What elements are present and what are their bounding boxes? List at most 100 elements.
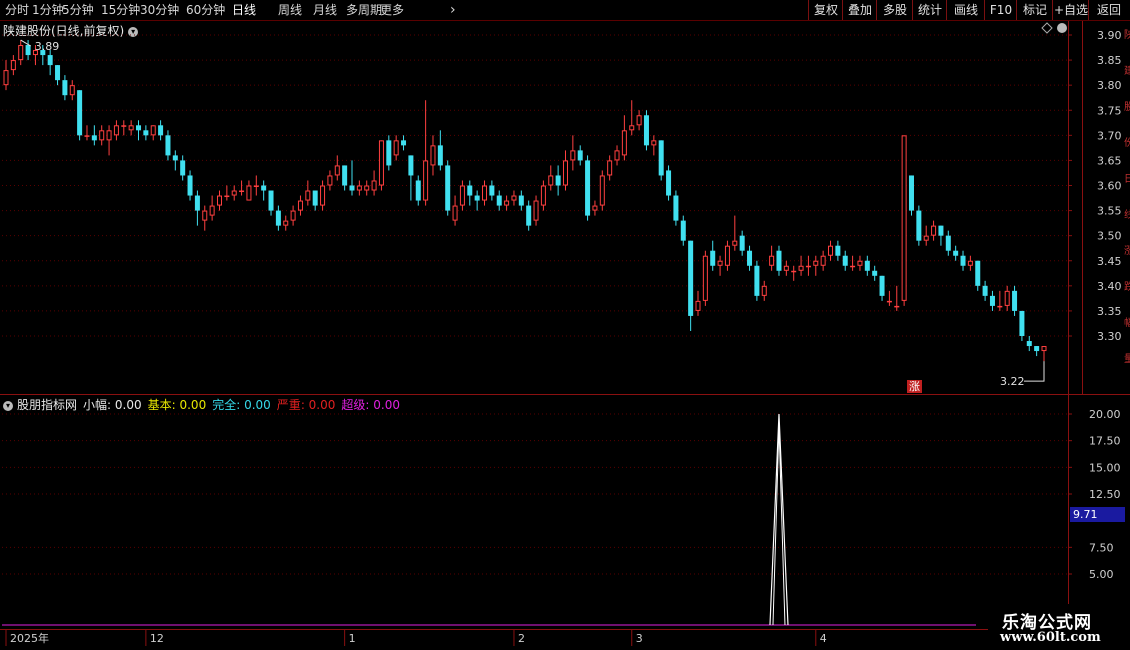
candle-body-up (106, 130, 112, 141)
candle-body-up (209, 205, 215, 216)
candle-body-up (334, 165, 340, 176)
candle-body-down (754, 265, 760, 296)
candle-body-up (702, 255, 708, 301)
side-char: 量 (1124, 353, 1130, 365)
limit-up-badge: 涨 (907, 380, 922, 393)
candle-body-up (828, 245, 834, 256)
candle-body-down (945, 235, 951, 251)
candle-body-up (121, 125, 127, 127)
candle-body-up (430, 145, 436, 166)
chevron-down-icon (1057, 23, 1067, 33)
candle-body-down (739, 235, 745, 251)
time-tick-label: 2025年 (10, 631, 49, 645)
candle-body-up (651, 140, 657, 146)
candle-body-up (717, 260, 723, 266)
candle-body-down (467, 185, 473, 196)
candle-body-up (3, 70, 9, 86)
indicator-tick-label: 7.50 (1089, 541, 1114, 554)
candle-body-up (18, 45, 24, 61)
watermark: 乐淘公式网 www.60lt.com (988, 604, 1130, 650)
candle-body-down (1019, 310, 1025, 336)
candle-body-down (953, 250, 959, 256)
candle-body-up (290, 210, 296, 221)
candle-body-up (459, 185, 465, 206)
candle-body-up (894, 305, 900, 308)
candle-body-down (386, 140, 392, 166)
candle-body-up (297, 200, 303, 211)
candle-body-up (10, 60, 16, 71)
candle-body-down (747, 250, 753, 266)
candle-body-down (518, 195, 524, 206)
low-pointer (1024, 361, 1045, 382)
candle-body-up (305, 190, 311, 201)
candle-body-up (423, 160, 429, 201)
candle-body-down (938, 225, 944, 236)
side-char: 线 (1124, 208, 1130, 221)
candle-body-down (960, 255, 966, 266)
candle-body-down (275, 210, 281, 226)
price-tick-label: 3.70 (1097, 129, 1122, 142)
candle-body-down (437, 145, 443, 166)
candle-body-up (378, 140, 384, 186)
price-tick-label: 3.40 (1097, 280, 1122, 293)
candle-body-up (113, 125, 119, 136)
candle-body-up (931, 225, 937, 236)
candle-body-up (84, 135, 90, 137)
chart-canvas[interactable]: 3.90 3.85 3.80 3.75 3.70 3.65 3.60 3.55 3.50 3.45… (0, 0, 1130, 650)
candle-body-down (165, 135, 171, 156)
price-tick-label: 3.35 (1097, 305, 1122, 318)
candle-body-down (643, 115, 649, 146)
candle-body-up (356, 185, 362, 191)
candle-body-up (607, 160, 613, 176)
candle-body-up (216, 195, 222, 206)
candle-body-down (872, 270, 878, 276)
price-tick-label: 3.30 (1097, 330, 1122, 343)
candle-body-down (842, 255, 848, 266)
candle-body-up (791, 270, 797, 273)
candle-body-up (364, 185, 370, 191)
candle-body-up (562, 160, 568, 186)
candle-body-down (879, 275, 885, 296)
candle-body-down (261, 185, 267, 191)
candle-body-down (776, 250, 782, 271)
side-char: 股 (1124, 101, 1130, 113)
price-tick-label: 3.75 (1097, 104, 1122, 117)
candle-body-up (636, 115, 642, 126)
candle-body-up (320, 185, 326, 206)
price-tick-label: 3.60 (1097, 180, 1122, 193)
price-tick-label: 3.50 (1097, 230, 1122, 243)
candle-body-up (99, 130, 105, 141)
candle-body-down (989, 295, 995, 306)
time-tick-label: 1 (349, 632, 356, 645)
candle-body-up (695, 300, 701, 311)
candle-body-down (916, 210, 922, 241)
candle-body-up (761, 285, 767, 296)
current-value-box: 9.71 (1070, 507, 1125, 522)
side-char: 建 (1124, 64, 1130, 77)
candle-body-up (599, 175, 605, 206)
price-tick-label: 3.90 (1097, 29, 1122, 42)
candle-body-down (710, 250, 716, 266)
price-tick-label: 3.55 (1097, 205, 1122, 218)
candle-body-up (231, 190, 237, 196)
side-char: 幅 (1124, 316, 1130, 329)
candle-body-up (820, 255, 826, 266)
price-tick-label: 3.45 (1097, 255, 1122, 268)
candle-body-down (489, 185, 495, 196)
candle-body-up (629, 125, 635, 131)
candle-body-down (91, 135, 97, 141)
time-tick-label: 12 (150, 632, 164, 645)
candle-body-down (526, 205, 532, 226)
price-tick-label: 3.80 (1097, 79, 1122, 92)
indicator-tick-label: 15.00 (1089, 461, 1121, 474)
candle-body-up (783, 265, 789, 271)
candle-body-down (62, 80, 68, 96)
candle-body-up (202, 210, 208, 221)
candle-body-down (1034, 346, 1040, 352)
candle-body-down (143, 130, 149, 136)
candle-body-down (268, 190, 274, 211)
candle-body-down (908, 175, 914, 211)
candle-body-up (253, 185, 259, 187)
candle-body-up (504, 200, 510, 206)
candle-body-down (158, 125, 164, 136)
